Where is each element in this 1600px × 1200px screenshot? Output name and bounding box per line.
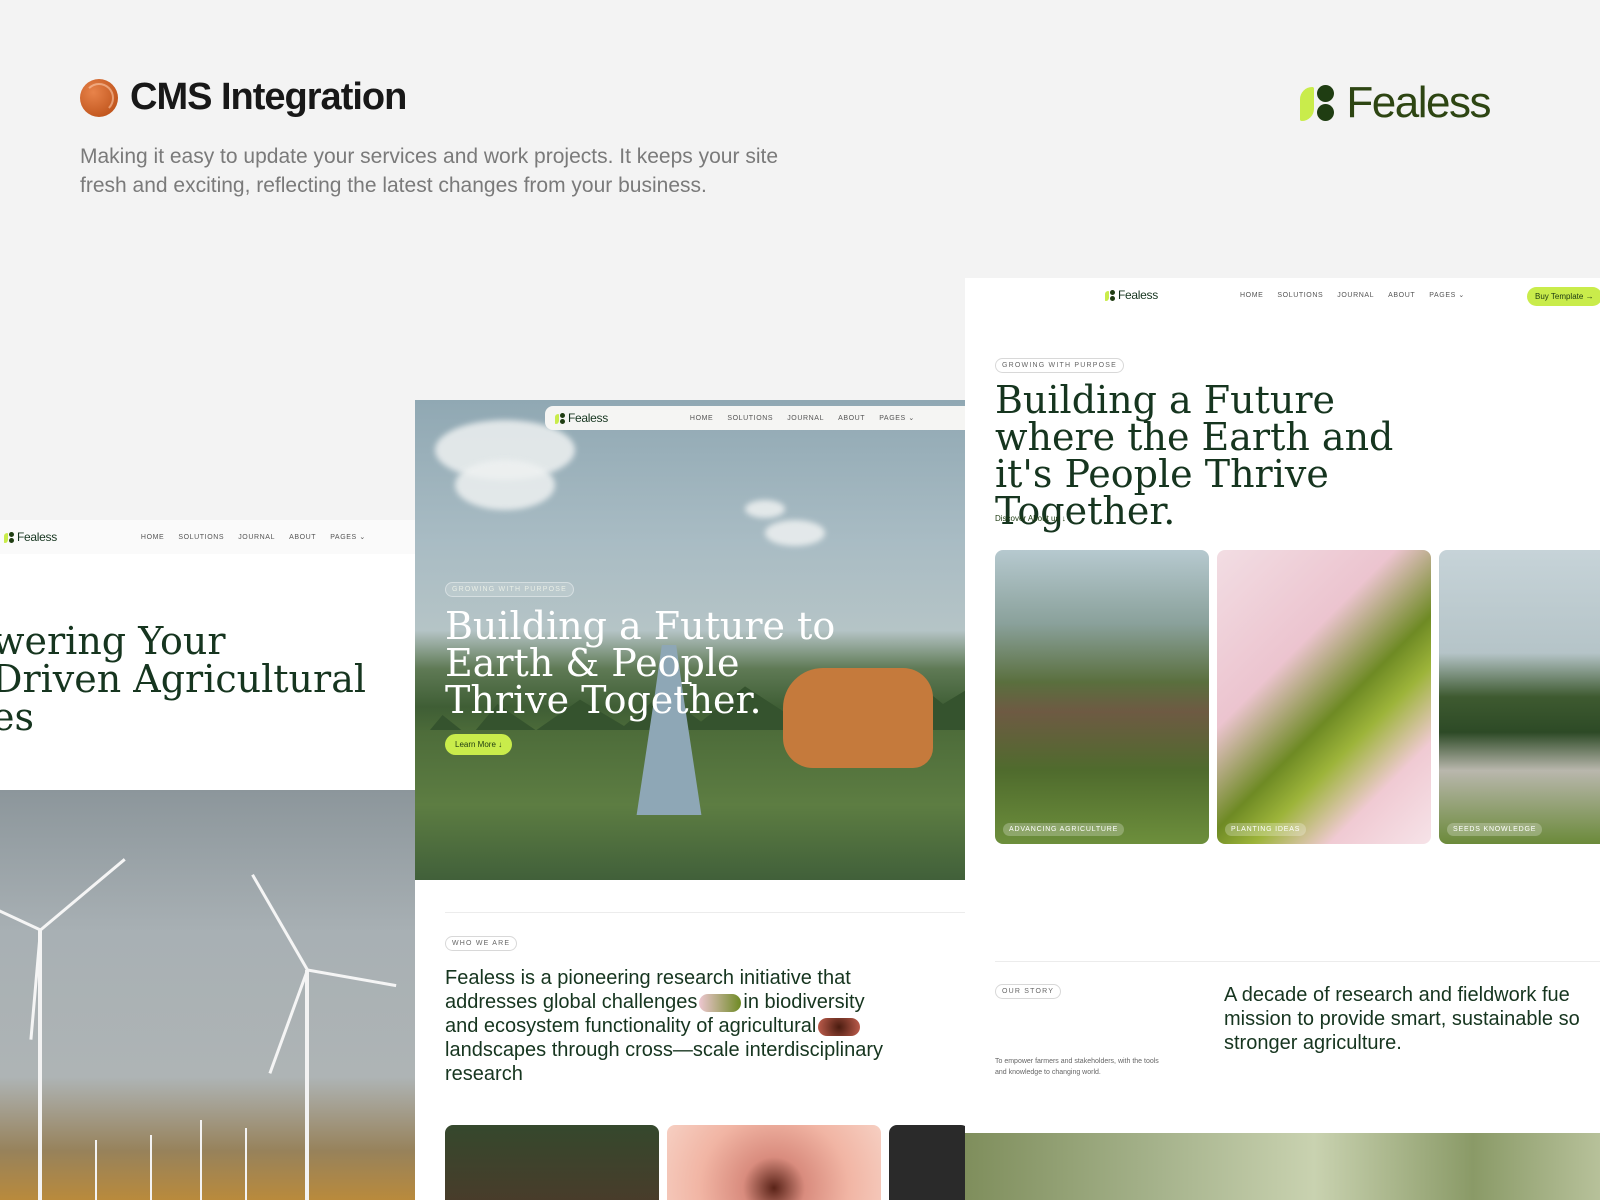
story-statement: A decade of research and fieldwork fue m… [1224, 984, 1580, 1054]
nav-about[interactable]: ABOUT [838, 415, 865, 422]
nav-logo[interactable]: Fealess [1105, 288, 1158, 302]
brand-name: Fealess [1346, 78, 1491, 127]
nav-logo[interactable]: Fealess [4, 530, 57, 544]
fealess-logo-icon [4, 531, 14, 543]
discover-about-link[interactable]: Discover About us ↓ [995, 514, 1066, 523]
section-header: CMS Integration [80, 76, 407, 119]
nav-logo[interactable]: Fealess [555, 411, 608, 425]
fealess-logo-icon [1300, 83, 1338, 123]
hero-headline: Building a Future where the Earth and it… [995, 378, 1394, 533]
feature-card-advancing-agriculture[interactable]: ADVANCING AGRICULTURE [995, 550, 1209, 844]
navbar: Fealess HOME SOLUTIONS JOURNAL ABOUT PAG… [545, 406, 965, 430]
inline-leaf-image [699, 993, 742, 1012]
hero-headline: Building a Future to Earth & People Thri… [445, 604, 836, 722]
card-label: SEEDS KNOWLEDGE [1447, 823, 1543, 836]
chevron-down-icon: ⌄ [359, 534, 366, 541]
fealess-logo-icon [555, 412, 565, 424]
inline-flower-image [818, 1017, 861, 1036]
nav-journal[interactable]: JOURNAL [1337, 292, 1374, 299]
section-badge: OUR STORY [995, 984, 1062, 999]
navbar: Fealess HOME SOLUTIONS JOURNAL ABOUT PAG… [0, 520, 415, 554]
buy-template-button[interactable]: Buy Template → [1527, 287, 1600, 306]
eyebrow-badge: GROWING WITH PURPOSE [995, 358, 1124, 373]
section-badge: WHO WE ARE [445, 936, 518, 951]
thumbnail-image[interactable] [889, 1125, 965, 1200]
forest-image [965, 1133, 1600, 1200]
card-label: PLANTING IDEAS [1225, 823, 1307, 836]
thumbnail-image[interactable] [667, 1125, 881, 1200]
nav-menu: HOME SOLUTIONS JOURNAL ABOUT PAGES ⌄ [1240, 291, 1465, 300]
nav-about[interactable]: ABOUT [1388, 292, 1415, 299]
nav-about[interactable]: ABOUT [289, 534, 316, 541]
nav-menu: HOME SOLUTIONS JOURNAL ABOUT PAGES ⌄ [690, 414, 915, 423]
card-label: ADVANCING AGRICULTURE [1003, 823, 1125, 836]
nav-home[interactable]: HOME [141, 534, 164, 541]
nav-menu: HOME SOLUTIONS JOURNAL ABOUT PAGES ⌄ [141, 533, 366, 542]
story-caption: To empower farmers and stakeholders, wit… [995, 1058, 1159, 1076]
nav-pages[interactable]: PAGES ⌄ [879, 414, 915, 422]
thumbnail-image[interactable] [445, 1125, 659, 1200]
fealess-logo-icon [1105, 289, 1115, 301]
nav-solutions[interactable]: SOLUTIONS [1277, 292, 1323, 299]
learn-more-button[interactable]: Learn More ↓ [445, 734, 513, 755]
nav-solutions[interactable]: SOLUTIONS [727, 415, 773, 422]
wind-turbines-image [0, 790, 415, 1200]
feature-card-planting-ideas[interactable]: PLANTING IDEAS [1217, 550, 1431, 844]
brand-logo: Fealess [1300, 78, 1491, 128]
divider [995, 961, 1600, 962]
divider [445, 912, 965, 913]
chevron-down-icon: ⌄ [1458, 292, 1465, 299]
nav-journal[interactable]: JOURNAL [238, 534, 275, 541]
feature-card-seeds-knowledge[interactable]: SEEDS KNOWLEDGE [1439, 550, 1600, 844]
navbar: Fealess HOME SOLUTIONS JOURNAL ABOUT PAG… [965, 278, 1600, 312]
arrow-down-icon: ↓ [498, 740, 503, 749]
nav-pages[interactable]: PAGES ⌄ [330, 533, 366, 541]
nav-pages[interactable]: PAGES ⌄ [1429, 291, 1465, 299]
eyebrow-badge: GROWING WITH PURPOSE [445, 582, 574, 597]
preview-card-right: Fealess HOME SOLUTIONS JOURNAL ABOUT PAG… [965, 278, 1600, 1200]
chevron-down-icon: ⌄ [908, 415, 915, 422]
nav-journal[interactable]: JOURNAL [787, 415, 824, 422]
arrow-right-icon: → [1585, 292, 1594, 301]
nav-solutions[interactable]: SOLUTIONS [178, 534, 224, 541]
nav-home[interactable]: HOME [1240, 292, 1263, 299]
thumbnail-row [445, 1125, 965, 1200]
hero-headline: wering Your Driven Agricultural es [0, 619, 367, 739]
hero-image-cow-field: Fealess HOME SOLUTIONS JOURNAL ABOUT PAG… [415, 400, 965, 880]
nav-home[interactable]: HOME [690, 415, 713, 422]
about-paragraph: Fealess is a pioneering research initiat… [445, 967, 883, 1085]
section-title: CMS Integration [130, 76, 407, 118]
yarn-ball-icon [80, 78, 118, 117]
preview-card-left: Fealess HOME SOLUTIONS JOURNAL ABOUT PAG… [0, 520, 415, 1200]
arrow-down-icon: ↓ [1061, 514, 1066, 523]
section-description: Making it easy to update your services a… [80, 145, 778, 197]
preview-card-middle: Fealess HOME SOLUTIONS JOURNAL ABOUT PAG… [415, 400, 965, 1200]
